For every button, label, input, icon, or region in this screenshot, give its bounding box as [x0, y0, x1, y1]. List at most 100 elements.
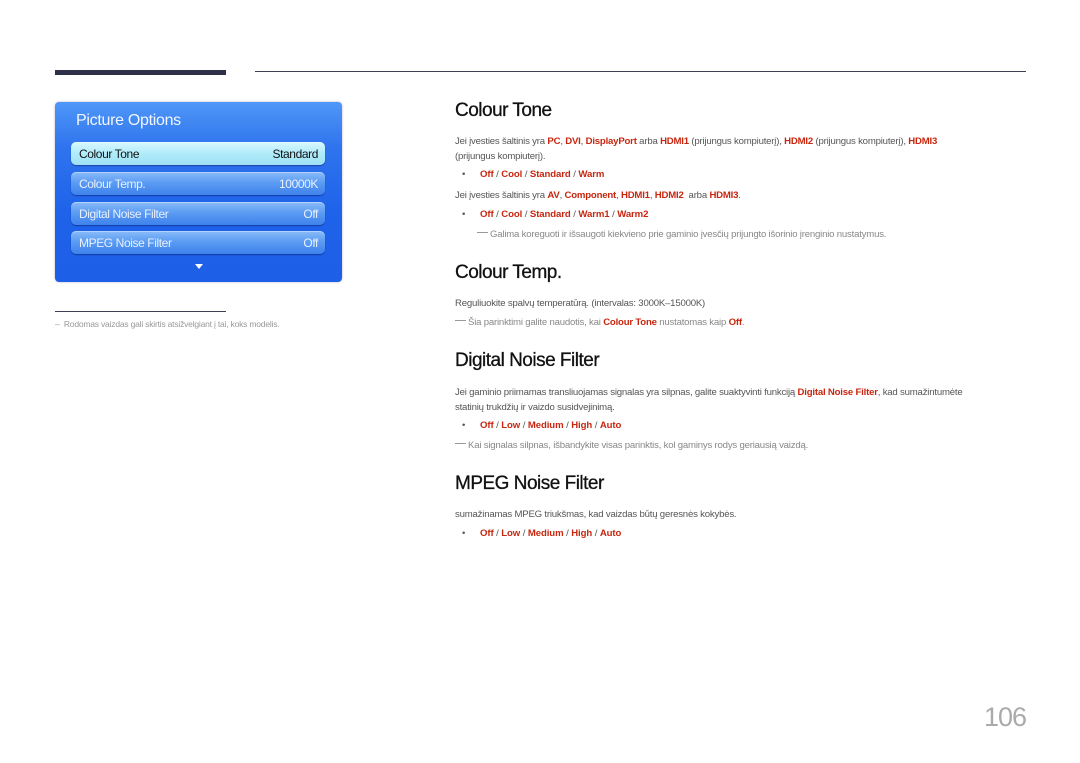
text-span: /	[592, 528, 600, 539]
menu-item-value: Standard	[272, 146, 318, 161]
menu-item-colour-tone[interactable]: Colour Tone Standard	[71, 142, 325, 165]
picture-options-menu: Picture Options Colour Tone Standard Col…	[55, 102, 342, 282]
text-span: Off	[480, 209, 494, 220]
text-span: Šia parinktimi galite naudotis, kai	[468, 317, 604, 328]
footnote: – Rodomas vaizdas gali skirtis atsižvelg…	[55, 319, 280, 329]
text-span: HDMI3	[709, 190, 739, 201]
text-span: Jei gaminio priimamas transliuojamas sig…	[455, 387, 798, 398]
menu-item-mpeg-noise-filter[interactable]: MPEG Noise Filter Off	[71, 231, 325, 254]
text-span: Component	[564, 190, 617, 201]
text-span: /	[522, 209, 530, 220]
text-span: /	[522, 169, 530, 180]
text-span: .	[738, 190, 741, 201]
section-title-digital-noise-filter: Digital Noise Filter	[455, 350, 600, 371]
text-span: High	[571, 420, 593, 431]
note-dash-icon	[455, 443, 466, 444]
text-span: Galima koreguoti ir išsaugoti kiekvieno …	[490, 229, 887, 240]
menu-item-value: Off	[303, 206, 318, 221]
text-span: nustatomas kaip	[656, 317, 729, 328]
text-span: Colour Tone	[603, 317, 657, 328]
highlight-displayport: DisplayPort	[585, 136, 637, 147]
section-title-colour-temp: Colour Temp.	[455, 262, 562, 283]
text-span: Low	[501, 528, 521, 539]
text-span: (prijungus kompiuterį),	[813, 136, 909, 147]
menu-item-label: Digital Noise Filter	[79, 206, 169, 221]
colour-tone-paragraph-2: Jei įvesties šaltinis yra AV, Component,…	[455, 188, 741, 203]
text-span: Kai signalas silpnas, išbandykite visas …	[468, 440, 809, 451]
dnf-paragraph: Jei gaminio priimamas transliuojamas sig…	[455, 385, 1025, 415]
mpeg-options: Off / Low / Medium / High / Auto	[480, 528, 621, 539]
text-span: Standard	[529, 209, 571, 220]
menu-item-label: Colour Tone	[79, 146, 140, 161]
text-span: arba	[683, 190, 710, 201]
menu-title: Picture Options	[76, 112, 181, 129]
page-number: 106	[984, 702, 1027, 732]
text-span: /	[520, 420, 528, 431]
menu-item-label: MPEG Noise Filter	[79, 235, 172, 250]
text-span: Off	[480, 420, 494, 431]
text-span: Cool	[501, 169, 523, 180]
text-span: (prijungus kompiuterį),	[688, 136, 785, 147]
dnf-note: Kai signalas silpnas, išbandykite visas …	[455, 440, 808, 451]
note-dash-icon	[455, 320, 466, 321]
text-span: Warm2	[617, 209, 649, 220]
highlight-dvi: DVI	[565, 136, 581, 147]
colour-temp-note: Šia parinktimi galite naudotis, kai Colo…	[455, 317, 745, 328]
text-span: Off	[728, 317, 742, 328]
text-span: , kad sumažintumėte	[877, 387, 963, 398]
colour-tone-note: Galima koreguoti ir išsaugoti kiekvieno …	[477, 229, 886, 240]
colour-tone-options-1: Off / Cool / Standard / Warm	[480, 169, 604, 180]
bullet: •	[462, 209, 466, 220]
highlight-pc: PC	[547, 136, 561, 147]
text-span: /	[520, 528, 528, 539]
text-span: HDMI2	[654, 190, 684, 201]
footnote-text: Rodomas vaizdas gali skirtis atsižvelgia…	[63, 319, 280, 329]
text-span: Off	[480, 169, 494, 180]
note-dash-icon	[477, 232, 488, 233]
footnote-dash: –	[55, 319, 60, 329]
text-span: statinių trukdžių ir vaizdo susidvejinim…	[455, 402, 615, 413]
highlight-hdmi3: HDMI3	[908, 136, 938, 147]
bullet: •	[462, 528, 466, 539]
header-rule	[255, 71, 1026, 72]
dnf-options: Off / Low / Medium / High / Auto	[480, 420, 621, 431]
text-span: Cool	[501, 209, 523, 220]
menu-item-value: Off	[303, 235, 318, 250]
text-span: Warm	[578, 169, 605, 180]
section-title-mpeg-noise-filter: MPEG Noise Filter	[455, 473, 605, 494]
text-span: (prijungus kompiuterį).	[455, 151, 546, 162]
section-title-colour-tone: Colour Tone	[455, 100, 552, 121]
text-span: Digital Noise Filter	[797, 387, 878, 398]
text-span: .	[741, 317, 745, 328]
highlight-hdmi1: HDMI1	[660, 136, 689, 147]
text-span: /	[592, 420, 600, 431]
text-span: HDMI1	[620, 190, 650, 201]
text-span: Jei įvesties šaltinis yra	[455, 190, 548, 201]
text-span: Low	[501, 420, 521, 431]
menu-item-colour-temp[interactable]: Colour Temp. 10000K	[71, 172, 325, 195]
menu-item-label: Colour Temp.	[79, 176, 146, 191]
text-span: Medium	[527, 528, 564, 539]
menu-item-value: 10000K	[279, 176, 318, 191]
bullet: •	[462, 169, 466, 180]
header-bar-thick	[55, 70, 226, 75]
text-span: AV	[547, 190, 560, 201]
text-span: Standard	[529, 169, 571, 180]
text-span: Off	[480, 528, 494, 539]
footnote-rule	[55, 311, 226, 312]
highlight-hdmi2: HDMI2	[784, 136, 814, 147]
text-span: Jei įvesties šaltinis yra	[455, 136, 548, 147]
colour-temp-paragraph: Reguliuokite spalvų temperatūrą. (interv…	[455, 298, 706, 309]
colour-tone-options-2: Off / Cool / Standard / Warm1 / Warm2	[480, 209, 648, 220]
menu-item-digital-noise-filter[interactable]: Digital Noise Filter Off	[71, 202, 325, 225]
colour-tone-paragraph-1: Jei įvesties šaltinis yra PC, DVI, Displ…	[455, 134, 1025, 164]
text-span: High	[571, 528, 593, 539]
mpeg-paragraph: sumažinamas MPEG triukšmas, kad vaizdas …	[455, 509, 737, 520]
triangle-down-icon[interactable]	[195, 264, 203, 269]
text-span: Warm1	[578, 209, 610, 220]
text-span: Auto	[599, 420, 622, 431]
text-span: Medium	[527, 420, 564, 431]
text-span: Auto	[599, 528, 622, 539]
bullet: •	[462, 420, 466, 431]
text-span: arba	[636, 136, 661, 147]
